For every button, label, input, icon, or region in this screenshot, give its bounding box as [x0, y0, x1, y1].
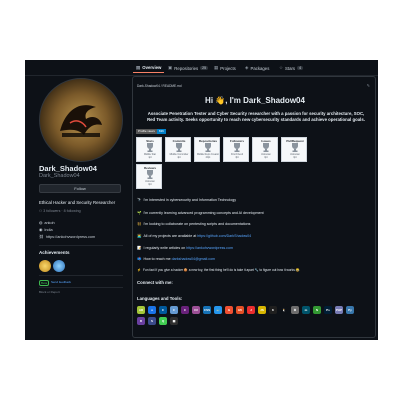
trophy-card: Reviews Unknown 0pt	[136, 164, 162, 189]
tool-icon: PHP	[335, 306, 343, 314]
link-icon: ⛓	[39, 235, 44, 239]
tab-repositories[interactable]: ▣ Repositories 25	[165, 63, 211, 73]
readme-line: 👯 I'm looking to collaborate on pentestin…	[137, 222, 251, 226]
trophy-card: Commits Middle Committer 4pt	[165, 137, 191, 162]
github-profile-window: ▤ Overview ▣ Repositories 25 ▦ Projects …	[25, 60, 378, 340]
trophy-card: PullRequest Unknown 0pt	[281, 137, 307, 162]
avatar[interactable]	[39, 78, 123, 162]
readme-card: Dark-Shadow04 / README.md ✎ Hi 👋, I'm Da…	[132, 76, 376, 338]
connect-title: Connect with me:	[137, 280, 173, 285]
profile-website-row[interactable]: ⛓ https://ankohvwordpress.com	[39, 234, 95, 240]
person-icon: ◍	[39, 221, 43, 225]
tab-packages[interactable]: ◈ Packages	[242, 63, 272, 73]
repo-icon: ▣	[168, 65, 173, 70]
achievements-title: Achievements	[39, 250, 70, 255]
tool-icon: Ps	[324, 306, 332, 314]
achievement-badge[interactable]	[39, 260, 51, 272]
tool-icon: C	[170, 306, 178, 314]
trophy-card: Repositories Middle Repo Creator 20pt	[194, 137, 220, 162]
trophy-icon	[147, 170, 153, 179]
tool-icon: G	[225, 306, 233, 314]
languages-title: Languages and Tools:	[137, 296, 183, 301]
readme-line: 👨‍💻 All of my projects are available at h…	[137, 234, 252, 238]
book-icon: ▤	[136, 64, 141, 70]
tab-projects[interactable]: ▦ Projects	[211, 63, 239, 73]
tab-stars[interactable]: ☆ Stars 4	[276, 63, 306, 73]
trophy-icon	[292, 143, 298, 152]
star-icon: ☆	[279, 65, 284, 70]
trophy-icon	[234, 143, 240, 152]
profile-login: Dark_Shadow04	[39, 173, 80, 179]
readme-description: Associate Penetration Tester and Cyber S…	[147, 111, 365, 122]
package-icon: ◈	[245, 65, 249, 70]
tool-icon: K	[269, 306, 277, 314]
block-report-link[interactable]: Block or Report	[39, 290, 60, 294]
tool-icon: JS	[258, 306, 266, 314]
tool-icon: CSS	[203, 306, 211, 314]
location-icon: ◉	[39, 228, 43, 232]
tool-icon: 🐳	[214, 306, 222, 314]
profile-name-row: ◍ ankoh	[39, 220, 55, 226]
profile-location-row: ◉ India	[39, 227, 53, 233]
tool-icon: N	[313, 306, 321, 314]
tool-icon: Py	[346, 306, 354, 314]
tool-icon: ▦	[170, 317, 178, 325]
readme-line: 📫 How to reach me darkshadow04@gmail.com	[137, 257, 216, 261]
tool-icon: m	[302, 306, 310, 314]
tool-icon: C	[181, 306, 189, 314]
tool-icon: R	[137, 317, 145, 325]
trophy-card: Stars Middle Star 1pt	[136, 137, 162, 162]
follower-stats[interactable]: ⚇ 3 followers · 8 following	[39, 209, 81, 213]
beta-badge: Beta	[39, 280, 50, 286]
edit-pencil-icon[interactable]: ✎	[367, 83, 370, 88]
table-icon: ▦	[214, 65, 219, 70]
divider	[39, 287, 123, 288]
tool-icon: ●	[148, 306, 156, 314]
trophy-icon	[147, 143, 153, 152]
tool-icon: 🐧	[280, 306, 288, 314]
profile-tabs: ▤ Overview ▣ Repositories 25 ▦ Projects …	[25, 60, 378, 76]
readme-line: ⚡ Fun fact If you give a hacker 🍪 a new t…	[137, 268, 300, 272]
tool-icon: J	[247, 306, 255, 314]
readme-line: 🌱 I'm currently learning advanced program…	[137, 211, 264, 215]
profile-display-name: Dark_Shadow04	[39, 164, 97, 173]
tool-icon: C#	[192, 306, 200, 314]
trophy-icon	[176, 143, 182, 152]
readme-path: Dark-Shadow04 / README.md	[137, 84, 182, 88]
tool-icon: S	[148, 317, 156, 325]
readme-greeting: Hi 👋, I'm Dark_Shadow04	[205, 96, 305, 105]
dragon-logo-icon	[60, 105, 102, 137]
trophy-card: Followers First Friend 3pt	[223, 137, 249, 162]
trophy-card: Issues Unknown 0pt	[252, 137, 278, 162]
trophy-icon	[205, 143, 211, 152]
tool-icon: AR	[137, 306, 145, 314]
divider	[39, 245, 123, 246]
send-feedback-link[interactable]: Send feedback	[51, 280, 71, 284]
tool-icon: Q	[159, 317, 167, 325]
follow-button[interactable]: Follow	[39, 184, 121, 193]
tool-icon: H5	[236, 306, 244, 314]
divider	[39, 275, 123, 276]
achievement-badge[interactable]	[53, 260, 65, 272]
tool-icon: C	[159, 306, 167, 314]
readme-line: 🔭 I'm interested in cybersecurity and Inf…	[137, 198, 236, 202]
tab-overview[interactable]: ▤ Overview	[133, 63, 165, 73]
profile-bio: Ethical Hacker and Security Researcher	[39, 200, 116, 205]
profile-views-badge: Profile views 636	[136, 129, 166, 134]
tool-icon: ⚙	[291, 306, 299, 314]
readme-line: 📝 I regularly write articles on https://a…	[137, 246, 233, 250]
trophy-icon	[263, 143, 269, 152]
